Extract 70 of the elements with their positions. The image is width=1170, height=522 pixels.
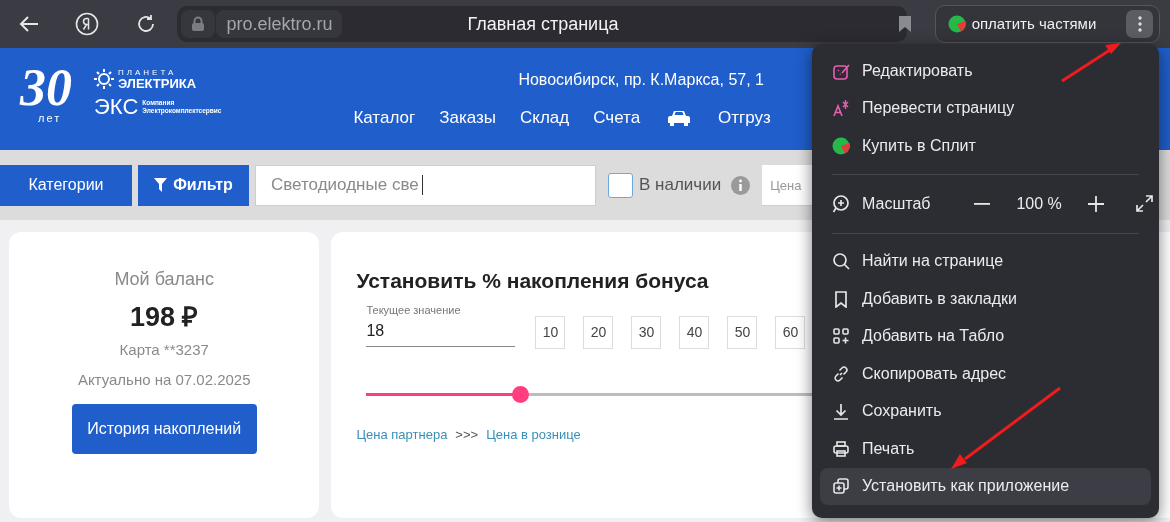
download-icon: [832, 402, 850, 421]
info-icon: [731, 175, 751, 195]
partner-price-link[interactable]: Цена партнера: [356, 426, 448, 444]
nav-link[interactable]: Заказы: [439, 107, 496, 129]
bookmark-icon: [898, 15, 913, 33]
expand-icon: [1135, 195, 1153, 212]
balance-title: Мой баланс: [114, 268, 215, 290]
categories-button[interactable]: Категории: [0, 164, 132, 206]
brand-name: ЭЛЕКТРИКА: [118, 77, 197, 90]
menu-item[interactable]: Найти на странице: [820, 242, 1151, 280]
url-text: pro.elektro.ru: [216, 10, 343, 38]
company-logo: ЭКС: [94, 96, 139, 118]
nav-link[interactable]: Счета: [593, 107, 641, 129]
arrow-annotation: [1061, 43, 1121, 83]
minus-icon: [974, 202, 991, 205]
history-button[interactable]: История накоплений: [71, 404, 257, 454]
preset-option[interactable]: 60: [775, 316, 806, 349]
preset-option[interactable]: 40: [679, 316, 710, 349]
lock-icon: [181, 10, 216, 38]
funnel-icon: [154, 178, 168, 192]
filter-button[interactable]: Фильтр: [138, 164, 249, 206]
zoom-value: 100 %: [1016, 193, 1062, 214]
page-title: Главная страница: [467, 13, 619, 36]
window-plus-icon: [832, 477, 850, 496]
menu-button[interactable]: [1126, 10, 1153, 38]
brand-tagline: ПЛАНЕТА: [118, 68, 178, 77]
menu-item[interactable]: Скопировать адрес: [820, 355, 1151, 393]
menu-item[interactable]: Печать: [820, 430, 1151, 468]
stock-checkbox[interactable]: [608, 172, 633, 198]
card-number: Карта **3237: [119, 340, 209, 360]
bookmark-icon: [832, 289, 850, 308]
value-field[interactable]: Текущее значение 18: [366, 304, 516, 347]
stock-label: В наличии: [639, 174, 722, 197]
yandex-button[interactable]: [73, 11, 100, 37]
preset-option[interactable]: 10: [535, 316, 566, 349]
search-icon: [832, 252, 850, 271]
store-address: Новосибирск, пр. К.Маркса, 57, 1: [518, 70, 765, 90]
price-separator: >>>: [455, 426, 479, 444]
nav-link[interactable]: Каталог: [353, 107, 416, 129]
zoom-label: Масштаб: [862, 193, 931, 214]
preset-option[interactable]: 30: [631, 316, 662, 349]
fullscreen-button[interactable]: [1135, 193, 1153, 214]
link-icon: [832, 364, 850, 383]
bonus-title: Установить % накопления бонуса: [356, 268, 710, 294]
zoom-in-button[interactable]: [1087, 193, 1104, 214]
menu-item[interactable]: Установить как приложение: [820, 467, 1151, 505]
balance-amount: 198 ₽: [129, 301, 199, 333]
translate-icon: [832, 99, 850, 118]
menu-item[interactable]: Редактировать: [820, 52, 1151, 90]
menu-item[interactable]: Добавить на Табло: [820, 317, 1151, 355]
split-icon: [832, 136, 850, 155]
grid-plus-icon: [832, 327, 850, 346]
preset-option[interactable]: 50: [727, 316, 758, 349]
plus-icon: [1087, 195, 1104, 212]
split-icon: [947, 15, 966, 33]
preset-option[interactable]: 20: [583, 316, 614, 349]
kebab-icon: [1137, 16, 1142, 32]
zoom-icon: [832, 194, 850, 213]
car-icon[interactable]: [668, 110, 691, 126]
update-date: Актуально на 07.02.2025: [77, 370, 251, 390]
menu-item[interactable]: Сохранить: [820, 392, 1151, 430]
printer-icon: [832, 439, 850, 458]
nav-link[interactable]: Отгруз: [718, 107, 771, 129]
menu-item[interactable]: Перевести страницу: [820, 89, 1151, 127]
nav-link[interactable]: Склад: [520, 107, 570, 129]
menu-item[interactable]: Добавить в закладки: [820, 280, 1151, 318]
menu-item[interactable]: Купить в Сплит: [820, 127, 1151, 165]
slider-thumb[interactable]: [512, 386, 530, 403]
sun-icon: [94, 69, 114, 89]
retail-price-link[interactable]: Цена в рознице: [486, 426, 581, 444]
